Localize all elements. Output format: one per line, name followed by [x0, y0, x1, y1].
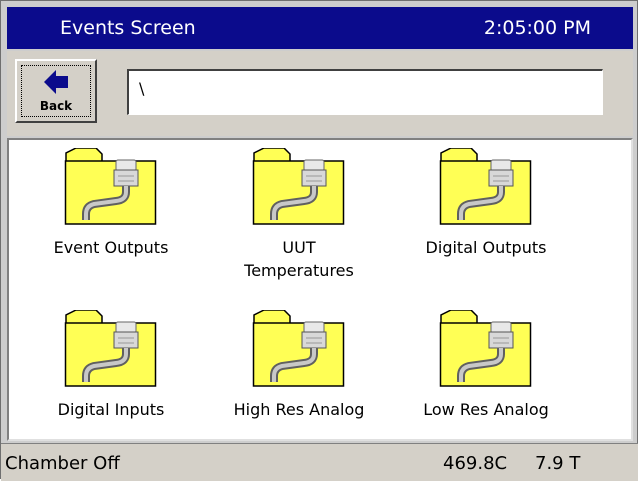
folder-low-res-analog[interactable]: Low Res Analog — [406, 310, 566, 421]
temperature-readout: 469.8C — [443, 453, 508, 474]
plug-folder-icon — [252, 310, 345, 387]
folder-view: Event Outputs UUT Temperatures Digital O… — [7, 138, 633, 441]
folder-label: High Res Analog — [233, 400, 365, 419]
folder-digital-inputs[interactable]: Digital Inputs — [31, 310, 191, 421]
status-bar: Chamber Off 469.8C 7.9 T — [1, 443, 638, 481]
plug-folder-icon — [439, 310, 532, 387]
plug-folder-icon — [439, 148, 532, 225]
window-frame: Events Screen 2:05:00 PM Back \ Event Ou… — [0, 0, 638, 481]
folder-uut-temperatures[interactable]: UUT Temperatures — [219, 148, 379, 282]
plug-folder-icon — [64, 148, 157, 225]
toolbar: Back \ — [7, 51, 633, 136]
back-button[interactable]: Back — [15, 59, 97, 123]
folder-label: Low Res Analog — [423, 400, 549, 419]
folder-label: Digital Outputs — [425, 238, 547, 257]
folder-label: Digital Inputs — [57, 400, 165, 419]
chamber-status: Chamber Off — [5, 453, 120, 474]
folder-event-outputs[interactable]: Event Outputs — [31, 148, 191, 259]
screen-title: Events Screen — [60, 17, 196, 39]
left-arrow-icon — [44, 70, 68, 94]
secondary-readout: 7.9 T — [535, 453, 581, 474]
folder-high-res-analog[interactable]: High Res Analog — [219, 310, 379, 421]
folder-label: Event Outputs — [53, 238, 169, 257]
back-button-label: Back — [39, 99, 73, 113]
clock: 2:05:00 PM — [483, 17, 591, 39]
plug-folder-icon — [64, 310, 157, 387]
plug-folder-icon — [252, 148, 345, 225]
path-field[interactable]: \ — [127, 69, 603, 115]
folder-digital-outputs[interactable]: Digital Outputs — [406, 148, 566, 259]
title-bar: Events Screen 2:05:00 PM — [7, 7, 633, 49]
folder-label: UUT Temperatures — [244, 238, 354, 280]
